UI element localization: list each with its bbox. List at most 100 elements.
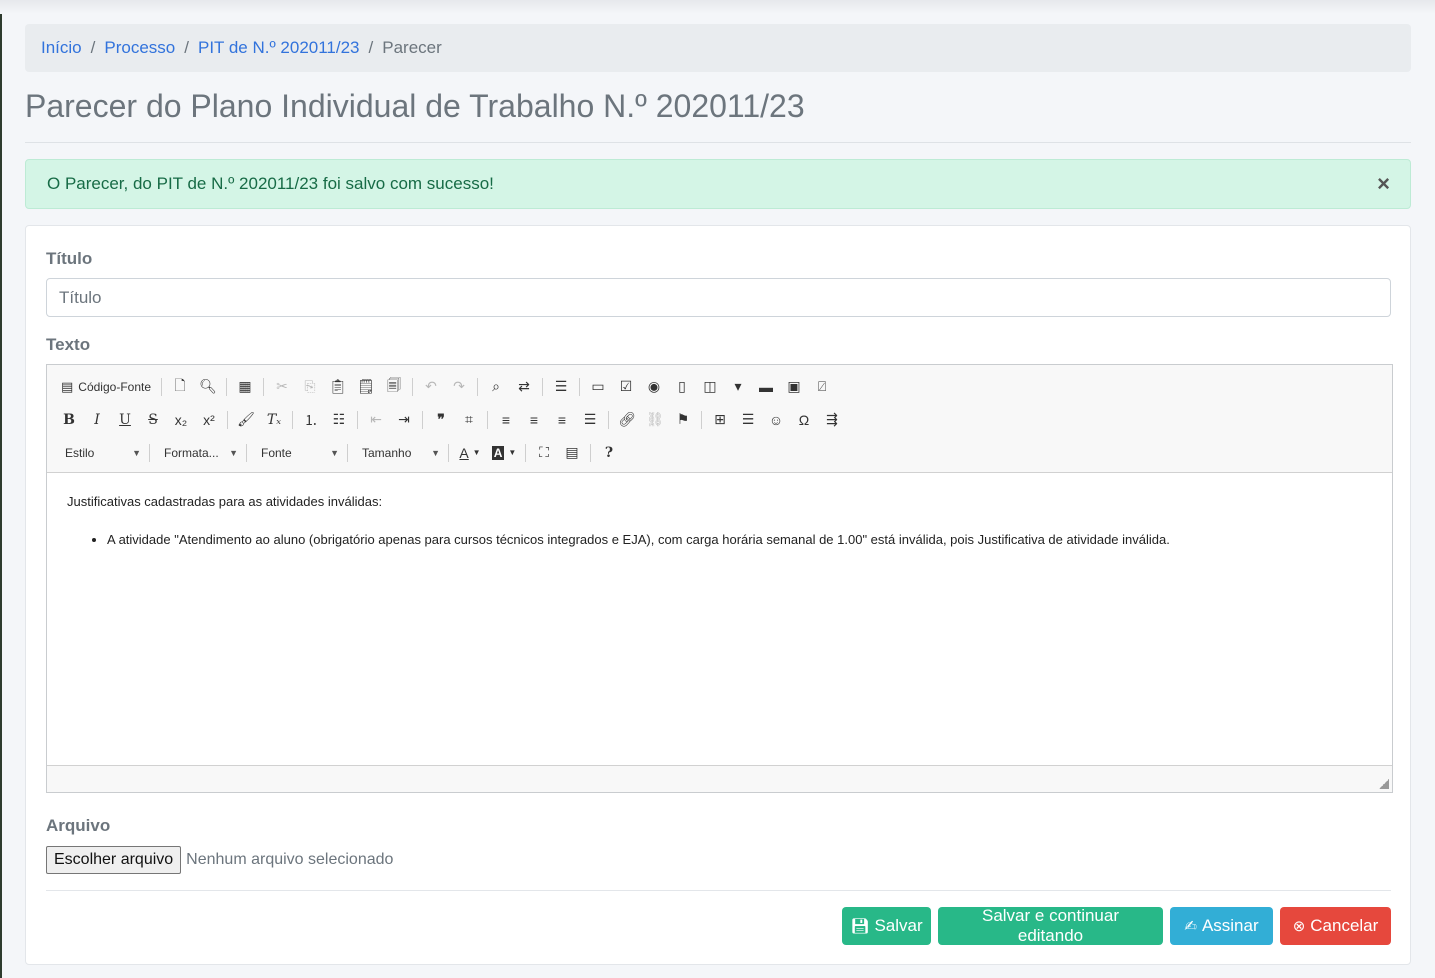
undo-icon[interactable]: ↶ bbox=[417, 374, 445, 400]
form-card: Título Texto ▤ Código-Fonte 🗋 🔍︎ ▦ ✂ ⎘ 📋… bbox=[25, 225, 1411, 965]
size-combo-label: Tamanho bbox=[362, 445, 412, 460]
bg-color-icon[interactable]: A ▼ bbox=[487, 440, 521, 466]
superscript-icon[interactable]: x² bbox=[195, 407, 223, 433]
align-right-icon[interactable]: ≡ bbox=[548, 407, 576, 433]
form-divider bbox=[46, 890, 1391, 891]
size-combo[interactable]: Tamanho ▼ bbox=[352, 441, 444, 465]
textarea-icon[interactable]: ◫ bbox=[696, 374, 724, 400]
rich-text-editor: ▤ Código-Fonte 🗋 🔍︎ ▦ ✂ ⎘ 📋︎ 🗒 🗐 ↶ ↷ ⌕ ⇄… bbox=[46, 364, 1393, 793]
save-continue-button[interactable]: Salvar e continuar editando bbox=[938, 906, 1163, 945]
alert-message: O Parecer, do PIT de N.º 202011/23 foi s… bbox=[47, 174, 494, 193]
find-icon[interactable]: ⌕ bbox=[482, 374, 510, 400]
select-all-icon[interactable]: ☰ bbox=[547, 374, 575, 400]
table-icon[interactable]: ⊞ bbox=[706, 407, 734, 433]
save-button[interactable]: 💾︎ Salvar bbox=[842, 907, 931, 945]
toolbar-separator bbox=[246, 443, 247, 462]
align-justify-icon[interactable]: ☰ bbox=[576, 407, 604, 433]
special-char-icon[interactable]: Ω bbox=[790, 407, 818, 433]
unlink-icon[interactable]: ⛓ bbox=[641, 407, 669, 433]
bulleted-list-icon[interactable]: ☷ bbox=[325, 407, 353, 433]
font-combo-label: Fonte bbox=[261, 445, 292, 460]
save-label: Salvar bbox=[874, 916, 923, 935]
redo-icon[interactable]: ↷ bbox=[445, 374, 473, 400]
close-circle-icon: ⊗ bbox=[1292, 918, 1306, 935]
preview-icon[interactable]: 🔍︎ bbox=[194, 374, 222, 400]
blockquote-icon[interactable]: ❞ bbox=[427, 407, 455, 433]
save-continue-label: Salvar e continuar editando bbox=[981, 906, 1120, 945]
choose-file-button[interactable]: Escolher arquivo bbox=[46, 846, 182, 874]
underline-icon[interactable]: U bbox=[111, 407, 139, 433]
hidden-field-icon[interactable]: ⍁ bbox=[808, 374, 836, 400]
sign-button[interactable]: ✍︎ Assinar bbox=[1170, 907, 1273, 945]
div-container-icon[interactable]: ⌗ bbox=[455, 407, 483, 433]
toolbar-separator bbox=[525, 443, 526, 462]
smiley-icon[interactable]: ☺ bbox=[762, 407, 790, 433]
paste-text-icon[interactable]: 🗒 bbox=[352, 374, 380, 400]
chevron-down-icon: ▼ bbox=[431, 447, 440, 458]
indent-icon[interactable]: ⇥ bbox=[390, 407, 418, 433]
style-combo[interactable]: Estilo ▼ bbox=[55, 441, 145, 465]
copy-format-icon[interactable]: 🖌︎ bbox=[232, 407, 260, 433]
editor-content[interactable]: Justificativas cadastradas para as ativi… bbox=[47, 473, 1392, 765]
select-field-icon[interactable]: ▾ bbox=[724, 374, 752, 400]
resize-handle[interactable] bbox=[1379, 779, 1389, 789]
close-icon[interactable]: × bbox=[1377, 173, 1390, 195]
show-blocks-icon[interactable]: ▤ bbox=[558, 440, 586, 466]
cut-icon[interactable]: ✂ bbox=[268, 374, 296, 400]
outdent-icon[interactable]: ⇤ bbox=[362, 407, 390, 433]
toolbar-separator bbox=[422, 410, 423, 429]
templates-icon[interactable]: ▦ bbox=[231, 374, 259, 400]
italic-icon[interactable]: I bbox=[83, 407, 111, 433]
subscript-icon[interactable]: x₂ bbox=[167, 407, 195, 433]
source-button[interactable]: ▤ Código-Fonte bbox=[55, 374, 157, 400]
titulo-input[interactable] bbox=[46, 278, 1391, 317]
left-edge bbox=[0, 0, 2, 978]
success-alert: O Parecer, do PIT de N.º 202011/23 foi s… bbox=[25, 159, 1411, 209]
breadcrumb-inicio[interactable]: Início bbox=[41, 38, 82, 58]
cancel-button[interactable]: ⊗ Cancelar bbox=[1280, 907, 1391, 945]
text-color-icon[interactable]: A ▼ bbox=[453, 440, 487, 466]
remove-format-icon[interactable]: Tₓ bbox=[260, 407, 288, 433]
button-field-icon[interactable]: ▬ bbox=[752, 374, 780, 400]
breadcrumb-separator: / bbox=[184, 38, 189, 57]
help-icon[interactable]: ? bbox=[595, 440, 623, 466]
image-button-icon[interactable]: ▣ bbox=[780, 374, 808, 400]
texto-label: Texto bbox=[46, 335, 91, 354]
signature-icon: ✍︎ bbox=[1184, 918, 1197, 935]
anchor-flag-icon[interactable]: ⚑ bbox=[669, 407, 697, 433]
source-icon: ▤ bbox=[61, 378, 74, 394]
form-icon[interactable]: ▭ bbox=[584, 374, 612, 400]
breadcrumb-pit[interactable]: PIT de N.º 202011/23 bbox=[198, 38, 360, 58]
toolbar-row-3: Estilo ▼ Formata... ▼ Fonte ▼ Tamanho ▼ bbox=[55, 436, 1384, 469]
maximize-icon[interactable]: ⛶ bbox=[530, 440, 558, 466]
new-page-icon[interactable]: 🗋 bbox=[166, 374, 194, 400]
format-combo[interactable]: Formata... ▼ bbox=[154, 441, 242, 465]
checkbox-icon[interactable]: ☑ bbox=[612, 374, 640, 400]
numbered-list-icon[interactable]: ⒈ bbox=[297, 407, 325, 433]
radio-icon[interactable]: ◉ bbox=[640, 374, 668, 400]
toolbar-separator bbox=[542, 377, 544, 396]
replace-icon[interactable]: ⇄ bbox=[510, 374, 538, 400]
toolbar-separator bbox=[357, 410, 358, 429]
copy-icon[interactable]: ⎘ bbox=[296, 374, 324, 400]
strikethrough-icon[interactable]: S bbox=[139, 407, 167, 433]
page-title: Parecer do Plano Individual de Trabalho … bbox=[25, 88, 805, 124]
breadcrumb-processo[interactable]: Processo bbox=[104, 38, 175, 58]
paste-word-icon[interactable]: 🗐 bbox=[380, 374, 408, 400]
cancel-label: Cancelar bbox=[1310, 916, 1379, 935]
font-combo[interactable]: Fonte ▼ bbox=[251, 441, 343, 465]
chevron-down-icon: ▼ bbox=[330, 447, 339, 458]
toolbar-separator bbox=[292, 410, 293, 429]
page-break-icon[interactable]: ⇶ bbox=[818, 407, 846, 433]
link-icon[interactable]: 🔗︎ bbox=[613, 407, 641, 433]
bold-icon[interactable]: B bbox=[55, 407, 83, 433]
paste-icon[interactable]: 📋︎ bbox=[324, 374, 352, 400]
horizontal-rule-icon[interactable]: ☰ bbox=[734, 407, 762, 433]
align-center-icon[interactable]: ≡ bbox=[520, 407, 548, 433]
toolbar-row-2: B I U S x₂ x² 🖌︎ Tₓ ⒈ ☷ ⇤ ⇥ ❞ ⌗ ≡ ≡ ≡ ☰ … bbox=[55, 403, 1384, 436]
align-left-icon[interactable]: ≡ bbox=[492, 407, 520, 433]
breadcrumb-separator: / bbox=[90, 38, 96, 57]
textfield-icon[interactable]: ▯ bbox=[668, 374, 696, 400]
toolbar-separator bbox=[608, 410, 609, 429]
format-combo-label: Formata... bbox=[164, 445, 219, 460]
